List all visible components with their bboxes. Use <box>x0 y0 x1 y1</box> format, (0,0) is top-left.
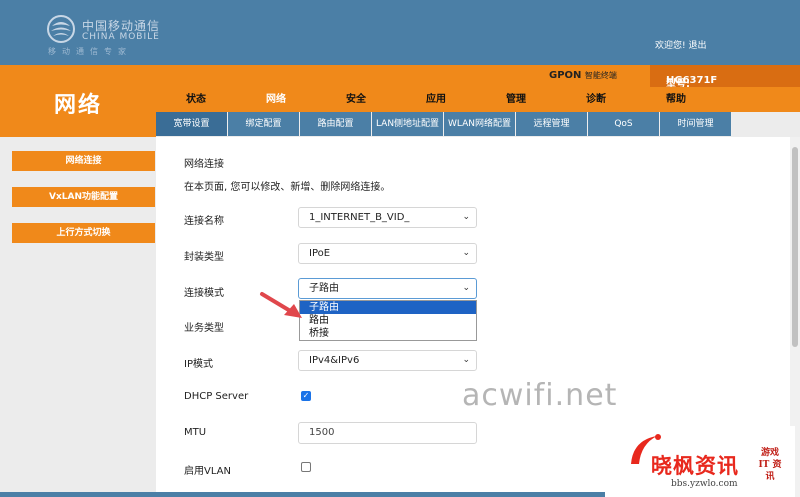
device-info-bar: GPON 智能终端 型号: HG6371F <box>156 65 800 90</box>
welcome-text: 欢迎您! <box>655 41 686 51</box>
option-bridge[interactable]: 桥接 <box>300 327 476 340</box>
page-title: 网络连接 <box>184 159 224 170</box>
chevron-down-icon: ⌄ <box>462 283 470 293</box>
main-nav-help[interactable]: 帮助 <box>636 87 716 112</box>
site-watermark: acwifi.net <box>462 378 618 413</box>
main-nav-network[interactable]: 网络 <box>236 87 316 112</box>
connection-mode-value: 子路由 <box>309 283 339 294</box>
enable-vlan-label: 启用VLAN <box>184 466 231 477</box>
encapsulation-select[interactable]: IPoE ⌄ <box>298 243 477 264</box>
model-box: 型号: HG6371F <box>650 65 800 90</box>
tab-lan-address[interactable]: LAN侧地址配置 <box>372 112 444 136</box>
top-header: 中国移动通信 CHINA MOBILE 移动通信专家 欢迎您! 退出 <box>0 0 800 65</box>
chevron-down-icon: ⌄ <box>462 212 470 222</box>
china-mobile-logo-icon <box>47 15 75 43</box>
main-nav-security[interactable]: 安全 <box>316 87 396 112</box>
tab-remote-management[interactable]: 远程管理 <box>516 112 588 136</box>
tab-time-management[interactable]: 时间管理 <box>660 112 732 136</box>
tab-broadband[interactable]: 宽带设置 <box>156 112 228 136</box>
gpon-label: GPON 智能终端 <box>549 70 617 81</box>
connection-mode-label: 连接模式 <box>184 288 224 299</box>
china-mobile-logo: 中国移动通信 CHINA MOBILE 移动通信专家 <box>46 14 176 56</box>
ip-mode-value: IPv4&IPv6 <box>309 355 360 366</box>
brand-slogan: 移动通信专家 <box>48 47 132 56</box>
option-sub-route[interactable]: 子路由 <box>300 301 476 314</box>
annotation-arrow-icon <box>260 292 302 318</box>
enable-vlan-checkbox[interactable] <box>301 462 311 472</box>
bottom-bar <box>0 492 605 497</box>
encapsulation-value: IPoE <box>309 248 331 259</box>
section-banner: 网络 <box>0 65 156 137</box>
tab-wlan[interactable]: WLAN网络配置 <box>444 112 516 136</box>
main-nav-management[interactable]: 管理 <box>476 87 556 112</box>
chevron-down-icon: ⌄ <box>462 248 470 258</box>
scrollbar-thumb[interactable] <box>792 147 798 347</box>
sidebar-item-uplink-switch[interactable]: 上行方式切换 <box>12 223 155 243</box>
chevron-down-icon: ⌄ <box>462 355 470 365</box>
sidebar-item-network-connection[interactable]: 网络连接 <box>12 151 155 171</box>
dhcp-server-label: DHCP Server <box>184 391 249 402</box>
encapsulation-label: 封装类型 <box>184 252 224 263</box>
tab-binding[interactable]: 绑定配置 <box>228 112 300 136</box>
ip-mode-select[interactable]: IPv4&IPv6 ⌄ <box>298 350 477 371</box>
logout-link[interactable]: 退出 <box>688 41 706 51</box>
page-description: 在本页面, 您可以修改、新增、删除网络连接。 <box>184 182 391 193</box>
connection-mode-dropdown: 子路由 路由 桥接 <box>299 300 477 341</box>
ip-mode-label: IP模式 <box>184 359 213 370</box>
option-route[interactable]: 路由 <box>300 314 476 327</box>
main-nav-diagnosis[interactable]: 诊断 <box>556 87 636 112</box>
mtu-input[interactable]: 1500 <box>298 422 477 444</box>
gpon-suffix: 智能终端 <box>584 71 617 80</box>
connection-name-select[interactable]: 1_INTERNET_B_VID_ ⌄ <box>298 207 477 228</box>
connection-name-value: 1_INTERNET_B_VID_ <box>309 212 410 223</box>
model-value: HG6371F <box>666 75 718 86</box>
main-nav-status[interactable]: 状态 <box>156 87 236 112</box>
stamp-side-text: 游戏 IT 资讯 <box>758 448 782 482</box>
sub-nav: 宽带设置 绑定配置 路由配置 LAN侧地址配置 WLAN网络配置 远程管理 Qo… <box>156 112 800 136</box>
stamp-url: bbs.yzwlo.com <box>671 479 738 489</box>
section-title: 网络 <box>53 93 102 118</box>
brand-name-en: CHINA MOBILE <box>82 32 160 42</box>
stamp-title: 晓枫资讯 <box>651 453 739 478</box>
tab-routing[interactable]: 路由配置 <box>300 112 372 136</box>
service-type-label: 业务类型 <box>184 323 224 334</box>
connection-mode-select[interactable]: 子路由 ⌄ <box>298 278 477 299</box>
sidebar-item-vxlan[interactable]: VxLAN功能配置 <box>12 187 155 207</box>
gpon-text: GPON <box>549 70 582 81</box>
forum-stamp: 晓枫资讯 bbs.yzwlo.com 游戏 IT 资讯 <box>605 426 795 497</box>
dhcp-server-checkbox[interactable]: ✓ <box>301 391 311 401</box>
main-nav-application[interactable]: 应用 <box>396 87 476 112</box>
mtu-label: MTU <box>184 427 207 438</box>
top-links: 欢迎您! 退出 <box>655 38 707 51</box>
tab-qos[interactable]: QoS <box>588 112 660 136</box>
main-nav: 状态 网络 安全 应用 管理 诊断 帮助 <box>156 87 800 112</box>
connection-name-label: 连接名称 <box>184 216 224 227</box>
